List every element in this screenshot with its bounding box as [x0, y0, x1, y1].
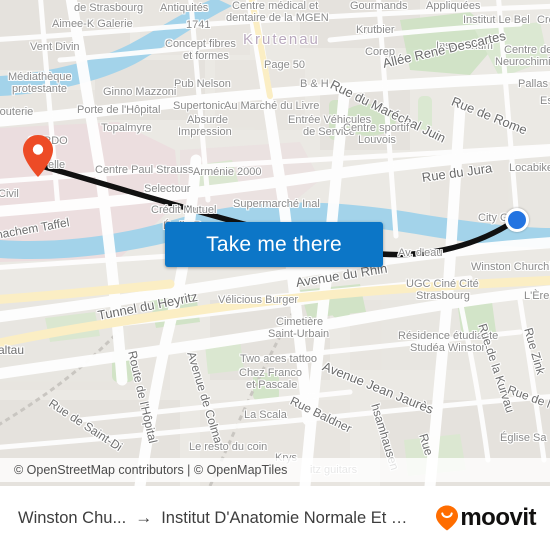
trip-origin-label: Winston Chu...: [18, 508, 127, 527]
moovit-logo[interactable]: moovit: [435, 504, 536, 532]
moovit-wordmark: moovit: [460, 504, 536, 531]
moovit-pin-icon: [436, 505, 459, 531]
location-dot-icon[interactable]: [505, 208, 529, 232]
trip-destination-label: Institut D'Anatomie Normale Et Pat...: [161, 508, 414, 527]
take-me-there-button[interactable]: Take me there: [165, 222, 383, 267]
map-attribution: © OpenStreetMap contributors | © OpenMap…: [0, 458, 550, 482]
attribution-text[interactable]: © OpenStreetMap contributors | © OpenMap…: [14, 463, 287, 477]
map-canvas[interactable]: .land{fill:#ebe9e4} .blk{fill:#e4e1dc} .…: [0, 0, 550, 486]
arrow-right-icon: →: [135, 508, 153, 527]
trip-summary[interactable]: Winston Chu... → Institut D'Anatomie Nor…: [18, 508, 435, 528]
map-pin-icon[interactable]: [22, 134, 54, 178]
trip-footer-bar: Winston Chu... → Institut D'Anatomie Nor…: [0, 486, 550, 550]
moovit-map-screen: .land{fill:#ebe9e4} .blk{fill:#e4e1dc} .…: [0, 0, 550, 550]
